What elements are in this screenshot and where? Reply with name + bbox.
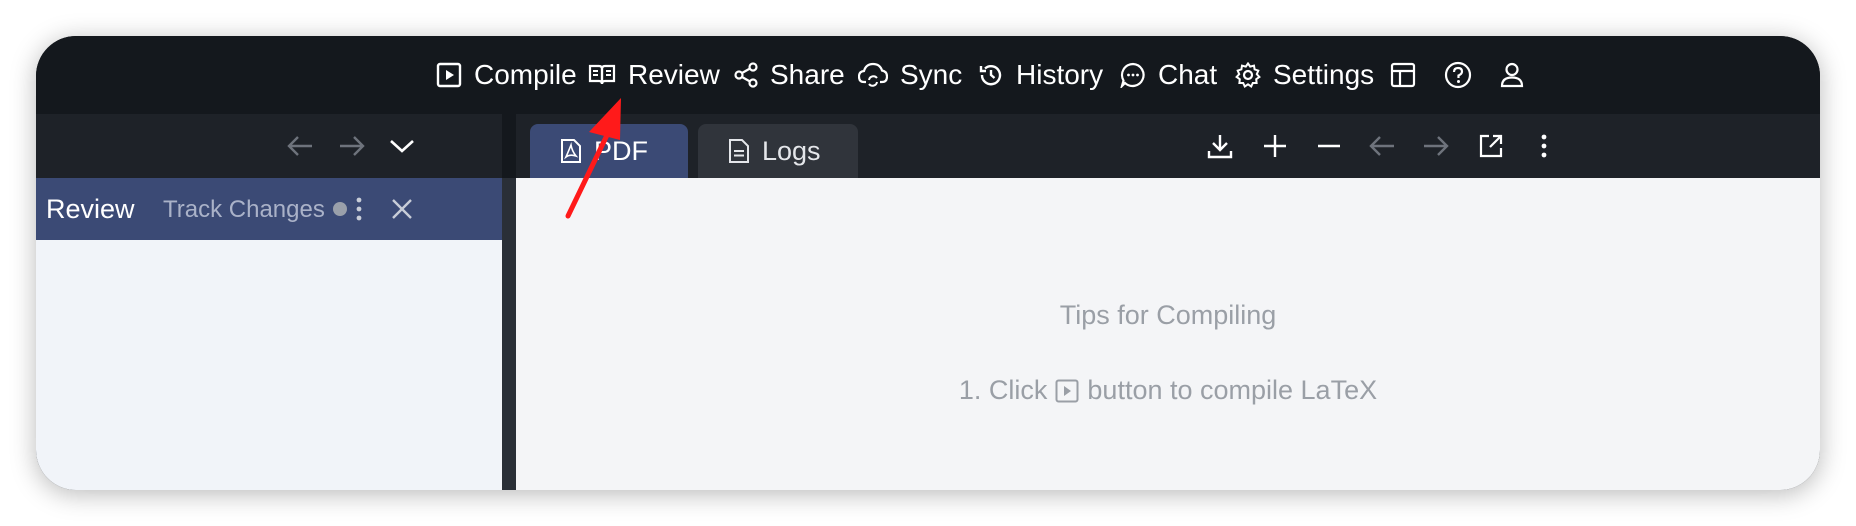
pdf-file-icon [561, 139, 581, 163]
download-icon [1207, 135, 1233, 159]
tab-logs[interactable]: Logs [698, 124, 858, 178]
open-external-icon [1479, 134, 1503, 158]
book-icon [588, 64, 616, 85]
tips-line-1: 1. Click button to compile LaTeX [516, 375, 1820, 406]
gear-icon [1235, 62, 1261, 88]
review-button[interactable]: Review [588, 36, 720, 114]
help-icon [1444, 61, 1472, 89]
pdf-tab-bar: PDF Logs [516, 114, 1820, 178]
review-panel-header: Review Track Changes [36, 178, 502, 240]
chat-button[interactable]: Chat [1120, 36, 1217, 114]
layout-icon [1390, 62, 1416, 88]
status-dot-icon [332, 202, 347, 216]
more-vertical-icon [1541, 134, 1547, 158]
zoom-in-icon [1264, 135, 1286, 157]
arrow-right-icon [1424, 136, 1449, 156]
review-label: Review [628, 59, 720, 90]
more-vertical-icon [356, 197, 362, 221]
pdf-more-button[interactable] [1539, 114, 1549, 178]
panel-resize-handle[interactable] [502, 178, 516, 490]
history-button[interactable]: History [978, 36, 1103, 114]
help-button[interactable] [1444, 36, 1472, 114]
chat-label: Chat [1158, 59, 1218, 90]
play-icon [436, 62, 462, 88]
arrow-left-icon [287, 136, 312, 156]
chat-icon [1120, 62, 1145, 88]
arrow-left-icon [1369, 136, 1394, 156]
document-icon [729, 139, 749, 163]
back-button[interactable] [286, 114, 314, 178]
tips-line-suffix: button to compile LaTeX [1087, 375, 1378, 405]
sync-label: Sync [900, 59, 963, 90]
tab-pdf[interactable]: PDF [530, 124, 688, 178]
chevron-down-icon [390, 140, 414, 153]
pdf-viewer: Tips for Compiling 1. Click button to co… [516, 178, 1820, 490]
review-close-button[interactable] [390, 178, 414, 240]
app-window: Compile Review Share Sync History Chat S… [36, 36, 1820, 490]
layout-button[interactable] [1390, 36, 1416, 114]
next-page-button[interactable] [1422, 114, 1450, 178]
left-panel-toolbar [36, 114, 502, 178]
track-changes-label: Track Changes [163, 196, 325, 223]
top-toolbar: Compile Review Share Sync History Chat S… [36, 36, 1820, 114]
history-label: History [1016, 59, 1104, 90]
zoom-out-icon [1318, 144, 1340, 148]
user-icon [1500, 62, 1524, 88]
tips-title: Tips for Compiling [1059, 300, 1277, 330]
cloud-sync-icon [858, 62, 888, 87]
forward-button[interactable] [338, 114, 366, 178]
history-icon [979, 65, 1002, 86]
share-label: Share [770, 59, 845, 90]
review-more-button[interactable] [354, 178, 364, 240]
collapse-button[interactable] [388, 114, 416, 178]
sync-button[interactable]: Sync [858, 36, 962, 114]
arrow-right-icon [340, 136, 365, 156]
compile-label: Compile [474, 59, 577, 90]
compile-button[interactable]: Compile [436, 36, 577, 114]
download-button[interactable] [1206, 114, 1234, 178]
tips-line-prefix: 1. Click [958, 375, 1048, 405]
play-icon [1055, 379, 1079, 403]
review-panel-title: Review [46, 194, 135, 224]
prev-page-button[interactable] [1368, 114, 1396, 178]
close-icon [392, 199, 412, 219]
share-button[interactable]: Share [734, 36, 845, 114]
tab-pdf-label: PDF [594, 135, 648, 166]
tab-logs-label: Logs [762, 135, 821, 166]
zoom-out-button[interactable] [1316, 114, 1342, 178]
review-panel-body [36, 240, 502, 490]
track-changes-toggle[interactable]: Track Changes [163, 178, 347, 240]
user-button[interactable] [1500, 36, 1524, 114]
open-external-button[interactable] [1478, 114, 1504, 178]
share-icon [734, 62, 758, 88]
settings-label: Settings [1273, 59, 1375, 90]
zoom-in-button[interactable] [1262, 114, 1288, 178]
settings-button[interactable]: Settings [1235, 36, 1374, 114]
